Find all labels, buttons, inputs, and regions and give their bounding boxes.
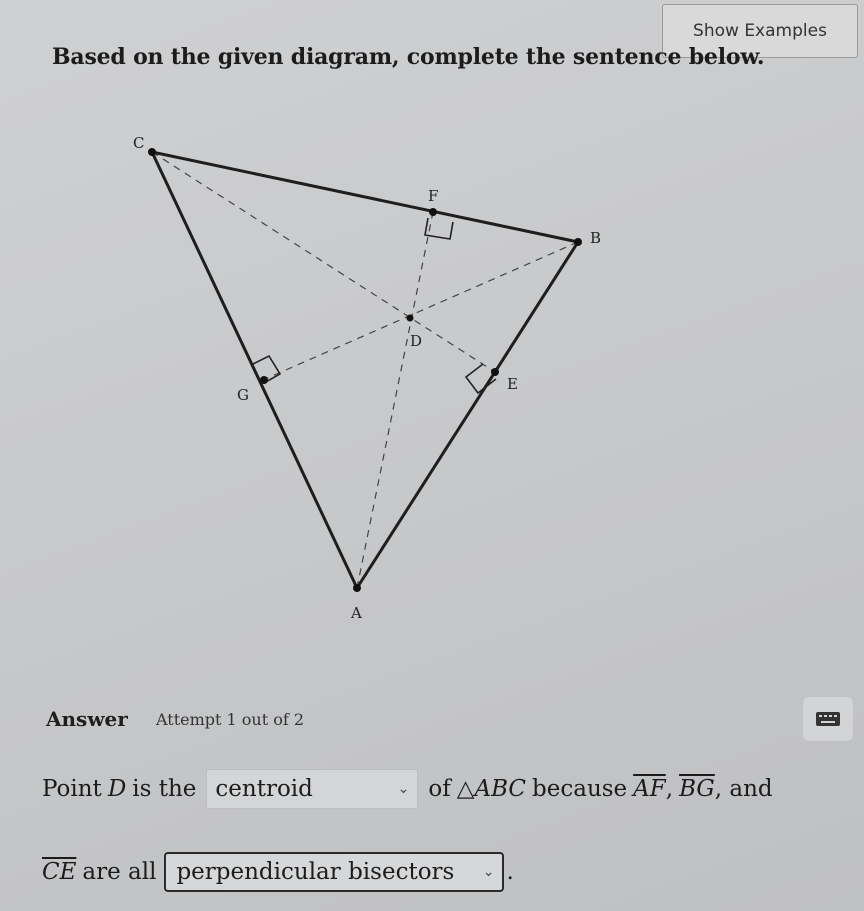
keyboard-icon: [816, 712, 840, 726]
point-c: [148, 148, 156, 156]
text-is-the: is the: [132, 776, 197, 802]
segment-ce-label: CE: [42, 859, 77, 885]
segment-af-label: AF: [633, 776, 666, 802]
sentence-line-2: CE are all perpendicular bisectors ⌄ .: [42, 852, 514, 892]
side-cb: [151, 150, 579, 244]
text-because: because: [532, 776, 628, 802]
center-type-dropdown[interactable]: centroid ⌄: [206, 769, 419, 809]
segment-type-dropdown[interactable]: perpendicular bisectors ⌄: [164, 852, 505, 892]
label-a: A: [350, 604, 362, 622]
triangle-abc: △ABC: [456, 776, 527, 802]
triangle-diagram: C F B D E G A: [133, 134, 601, 622]
point-a: [353, 584, 361, 592]
comma: ,: [665, 776, 674, 802]
point-b: [574, 238, 582, 246]
label-d: D: [410, 332, 422, 350]
text-point: Point: [42, 776, 102, 802]
point-f: [429, 208, 437, 216]
answer-label: Answer: [46, 707, 128, 731]
attempt-counter: Attempt 1 out of 2: [156, 710, 305, 729]
label-e: E: [507, 375, 518, 393]
chevron-down-icon: ⌄: [397, 781, 410, 797]
dropdown1-value: centroid: [215, 776, 313, 802]
segment-bg: [262, 241, 579, 381]
label-g: G: [237, 386, 249, 404]
text-and: , and: [714, 776, 773, 802]
side-ba: [355, 241, 580, 589]
period: .: [506, 859, 514, 885]
point-e: [491, 368, 499, 376]
label-b: B: [590, 229, 601, 247]
dropdown2-value: perpendicular bisectors: [176, 859, 455, 885]
keyboard-button[interactable]: [803, 697, 853, 741]
var-d: D: [107, 776, 127, 802]
segment-af: [356, 211, 434, 589]
chevron-down-icon: ⌄: [482, 864, 495, 880]
text-of: of: [428, 776, 451, 802]
label-f: F: [428, 187, 438, 205]
sentence-line-1: Point D is the centroid ⌄ of △ABC becaus…: [42, 769, 773, 809]
label-c: C: [133, 134, 144, 152]
point-g: [260, 376, 268, 384]
text-are-all: are all: [82, 859, 157, 885]
point-d: [406, 314, 414, 322]
segment-bg-label: BG: [679, 776, 715, 802]
